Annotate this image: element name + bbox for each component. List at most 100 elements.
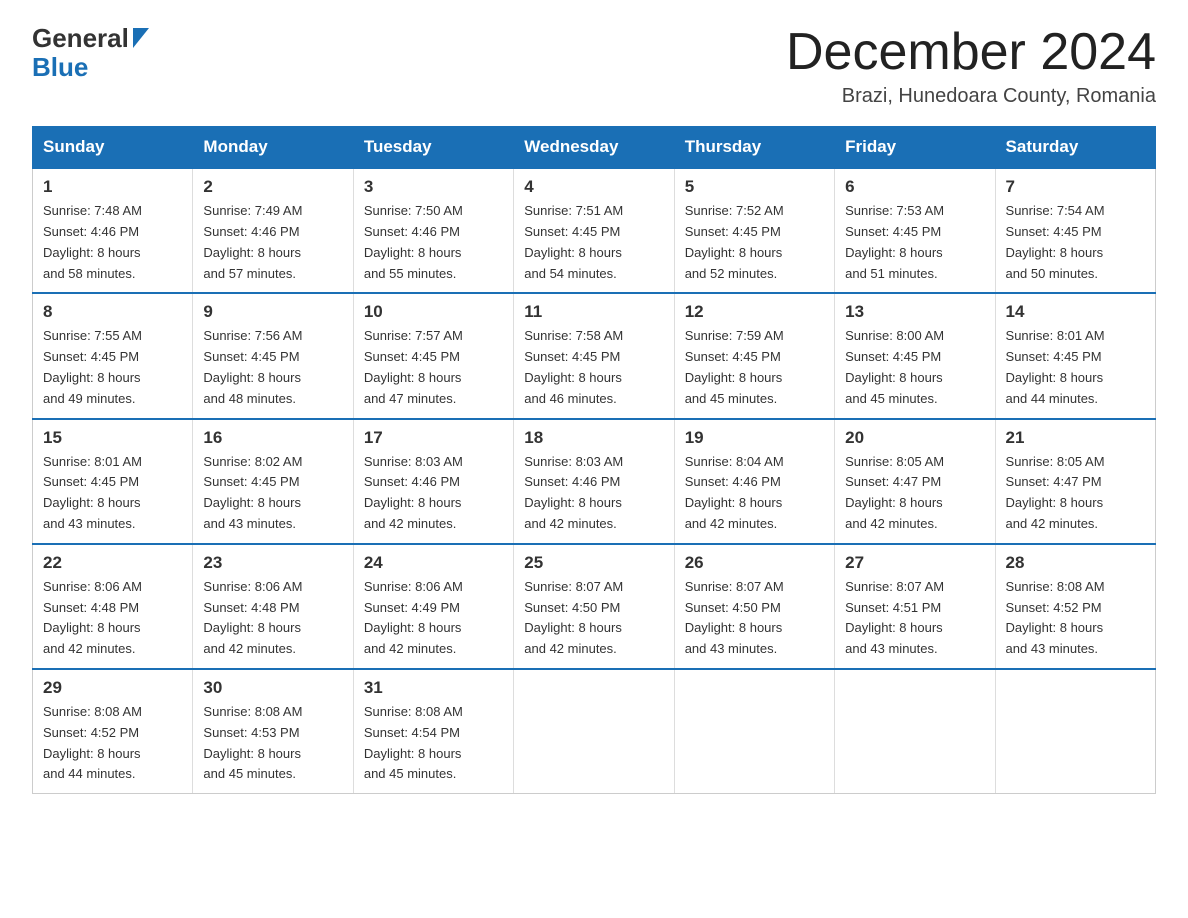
day-number: 1 [43, 177, 182, 197]
day-number: 22 [43, 553, 182, 573]
calendar-cell: 10 Sunrise: 7:57 AMSunset: 4:45 PMDayligh… [353, 293, 513, 418]
page-header: General Blue December 2024 Brazi, Hunedo… [32, 24, 1156, 108]
calendar-cell: 1 Sunrise: 7:48 AMSunset: 4:46 PMDaylight… [33, 168, 193, 293]
day-number: 15 [43, 428, 182, 448]
calendar-cell [835, 669, 995, 794]
day-number: 7 [1006, 177, 1145, 197]
day-info: Sunrise: 8:08 AMSunset: 4:52 PMDaylight:… [1006, 577, 1145, 660]
day-info: Sunrise: 8:02 AMSunset: 4:45 PMDaylight:… [203, 452, 342, 535]
calendar-cell: 29Sunrise: 8:08 AMSunset: 4:52 PMDayligh… [33, 669, 193, 794]
day-number: 24 [364, 553, 503, 573]
day-info: Sunrise: 8:07 AMSunset: 4:51 PMDaylight:… [845, 577, 984, 660]
weekday-header-friday: Friday [835, 127, 995, 169]
calendar-table: SundayMondayTuesdayWednesdayThursdayFrid… [32, 126, 1156, 794]
weekday-header-thursday: Thursday [674, 127, 834, 169]
day-info: Sunrise: 7:51 AMSunset: 4:45 PMDaylight:… [524, 201, 663, 284]
calendar-cell: 17 Sunrise: 8:03 AMSunset: 4:46 PMDayligh… [353, 419, 513, 544]
day-number: 31 [364, 678, 503, 698]
calendar-cell: 3Sunrise: 7:50 AMSunset: 4:46 PMDaylight… [353, 168, 513, 293]
calendar-cell: 28Sunrise: 8:08 AMSunset: 4:52 PMDayligh… [995, 544, 1155, 669]
calendar-row-1: 8 Sunrise: 7:55 AMSunset: 4:45 PMDaylight… [33, 293, 1156, 418]
calendar-cell [995, 669, 1155, 794]
calendar-cell: 13Sunrise: 8:00 AMSunset: 4:45 PMDayligh… [835, 293, 995, 418]
calendar-cell: 27 Sunrise: 8:07 AMSunset: 4:51 PMDayligh… [835, 544, 995, 669]
day-number: 17 [364, 428, 503, 448]
calendar-cell: 25Sunrise: 8:07 AMSunset: 4:50 PMDayligh… [514, 544, 674, 669]
day-number: 5 [685, 177, 824, 197]
day-info: Sunrise: 8:07 AMSunset: 4:50 PMDaylight:… [685, 577, 824, 660]
day-number: 8 [43, 302, 182, 322]
month-title: December 2024 [786, 24, 1156, 81]
calendar-cell: 20 Sunrise: 8:05 AMSunset: 4:47 PMDayligh… [835, 419, 995, 544]
day-number: 25 [524, 553, 663, 573]
day-info: Sunrise: 8:08 AMSunset: 4:54 PMDaylight:… [364, 702, 503, 785]
weekday-header-wednesday: Wednesday [514, 127, 674, 169]
calendar-row-3: 22 Sunrise: 8:06 AMSunset: 4:48 PMDayligh… [33, 544, 1156, 669]
day-info: Sunrise: 8:00 AMSunset: 4:45 PMDaylight:… [845, 326, 984, 409]
calendar-cell: 24 Sunrise: 8:06 AMSunset: 4:49 PMDayligh… [353, 544, 513, 669]
day-info: Sunrise: 8:06 AMSunset: 4:48 PMDaylight:… [43, 577, 182, 660]
calendar-cell: 7 Sunrise: 7:54 AMSunset: 4:45 PMDaylight… [995, 168, 1155, 293]
calendar-cell: 6Sunrise: 7:53 AMSunset: 4:45 PMDaylight… [835, 168, 995, 293]
calendar-cell: 14 Sunrise: 8:01 AMSunset: 4:45 PMDayligh… [995, 293, 1155, 418]
day-number: 16 [203, 428, 342, 448]
weekday-header-sunday: Sunday [33, 127, 193, 169]
day-info: Sunrise: 8:06 AMSunset: 4:49 PMDaylight:… [364, 577, 503, 660]
day-info: Sunrise: 7:52 AMSunset: 4:45 PMDaylight:… [685, 201, 824, 284]
day-info: Sunrise: 7:57 AMSunset: 4:45 PMDaylight:… [364, 326, 503, 409]
day-info: Sunrise: 7:59 AMSunset: 4:45 PMDaylight:… [685, 326, 824, 409]
weekday-header-monday: Monday [193, 127, 353, 169]
title-block: December 2024 Brazi, Hunedoara County, R… [786, 24, 1156, 108]
day-number: 4 [524, 177, 663, 197]
calendar-cell: 8 Sunrise: 7:55 AMSunset: 4:45 PMDaylight… [33, 293, 193, 418]
calendar-row-2: 15 Sunrise: 8:01 AMSunset: 4:45 PMDayligh… [33, 419, 1156, 544]
calendar-cell: 21Sunrise: 8:05 AMSunset: 4:47 PMDayligh… [995, 419, 1155, 544]
calendar-cell: 18 Sunrise: 8:03 AMSunset: 4:46 PMDayligh… [514, 419, 674, 544]
day-info: Sunrise: 8:03 AMSunset: 4:46 PMDaylight:… [524, 452, 663, 535]
calendar-cell: 11Sunrise: 7:58 AMSunset: 4:45 PMDayligh… [514, 293, 674, 418]
calendar-cell: 31 Sunrise: 8:08 AMSunset: 4:54 PMDayligh… [353, 669, 513, 794]
day-number: 10 [364, 302, 503, 322]
day-info: Sunrise: 7:55 AMSunset: 4:45 PMDaylight:… [43, 326, 182, 409]
calendar-cell: 16 Sunrise: 8:02 AMSunset: 4:45 PMDayligh… [193, 419, 353, 544]
day-number: 29 [43, 678, 182, 698]
day-number: 6 [845, 177, 984, 197]
day-number: 23 [203, 553, 342, 573]
calendar-cell: 30Sunrise: 8:08 AMSunset: 4:53 PMDayligh… [193, 669, 353, 794]
weekday-header-tuesday: Tuesday [353, 127, 513, 169]
day-number: 2 [203, 177, 342, 197]
day-number: 30 [203, 678, 342, 698]
day-number: 18 [524, 428, 663, 448]
calendar-cell: 5 Sunrise: 7:52 AMSunset: 4:45 PMDaylight… [674, 168, 834, 293]
day-info: Sunrise: 8:05 AMSunset: 4:47 PMDaylight:… [845, 452, 984, 535]
calendar-cell: 19Sunrise: 8:04 AMSunset: 4:46 PMDayligh… [674, 419, 834, 544]
weekday-header-saturday: Saturday [995, 127, 1155, 169]
day-info: Sunrise: 7:48 AMSunset: 4:46 PMDaylight:… [43, 201, 182, 284]
day-info: Sunrise: 8:05 AMSunset: 4:47 PMDaylight:… [1006, 452, 1145, 535]
day-info: Sunrise: 8:03 AMSunset: 4:46 PMDaylight:… [364, 452, 503, 535]
day-info: Sunrise: 8:01 AMSunset: 4:45 PMDaylight:… [1006, 326, 1145, 409]
day-number: 20 [845, 428, 984, 448]
day-number: 9 [203, 302, 342, 322]
calendar-cell: 26Sunrise: 8:07 AMSunset: 4:50 PMDayligh… [674, 544, 834, 669]
calendar-cell [674, 669, 834, 794]
logo-arrow-icon [133, 28, 149, 48]
day-info: Sunrise: 7:56 AMSunset: 4:45 PMDaylight:… [203, 326, 342, 409]
calendar-row-0: 1 Sunrise: 7:48 AMSunset: 4:46 PMDaylight… [33, 168, 1156, 293]
day-number: 3 [364, 177, 503, 197]
day-info: Sunrise: 7:54 AMSunset: 4:45 PMDaylight:… [1006, 201, 1145, 284]
calendar-cell: 22 Sunrise: 8:06 AMSunset: 4:48 PMDayligh… [33, 544, 193, 669]
calendar-cell: 4 Sunrise: 7:51 AMSunset: 4:45 PMDaylight… [514, 168, 674, 293]
day-number: 12 [685, 302, 824, 322]
day-number: 14 [1006, 302, 1145, 322]
day-info: Sunrise: 7:49 AMSunset: 4:46 PMDaylight:… [203, 201, 342, 284]
day-number: 27 [845, 553, 984, 573]
day-info: Sunrise: 8:01 AMSunset: 4:45 PMDaylight:… [43, 452, 182, 535]
calendar-cell: 23Sunrise: 8:06 AMSunset: 4:48 PMDayligh… [193, 544, 353, 669]
calendar-cell: 2 Sunrise: 7:49 AMSunset: 4:46 PMDaylight… [193, 168, 353, 293]
logo: General Blue [32, 24, 149, 81]
location: Brazi, Hunedoara County, Romania [786, 85, 1156, 108]
calendar-cell: 9 Sunrise: 7:56 AMSunset: 4:45 PMDaylight… [193, 293, 353, 418]
calendar-row-4: 29Sunrise: 8:08 AMSunset: 4:52 PMDayligh… [33, 669, 1156, 794]
day-info: Sunrise: 7:58 AMSunset: 4:45 PMDaylight:… [524, 326, 663, 409]
